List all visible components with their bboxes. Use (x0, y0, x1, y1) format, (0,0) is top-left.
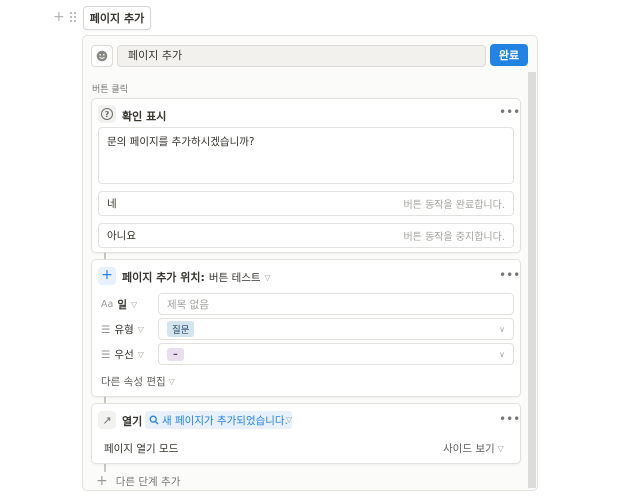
add-page-step-header: 페이지 추가 위치: 버튼 테스트 ▽ (122, 269, 271, 285)
chevron-down-icon: ▽ (168, 377, 175, 386)
chevron-down-icon: ▽ (131, 300, 138, 309)
trigger-label: 버튼 클릭 (92, 85, 128, 95)
select-tag: 질문 (167, 321, 195, 337)
plus-icon: + (98, 267, 116, 285)
chevron-down-icon[interactable]: ▽ (286, 415, 292, 424)
chevron-down-icon: ∨ (499, 349, 505, 359)
emoji-icon[interactable] (91, 45, 113, 67)
done-button[interactable]: 완료 (490, 44, 528, 66)
option-hint: 버튼 동작을 중지합니다. (403, 232, 505, 243)
property-label: 일 (117, 299, 127, 311)
add-page-step-title: 페이지 추가 위치: (122, 271, 205, 284)
option-hint: 버튼 동작을 완료합니다. (403, 200, 505, 211)
property-name-priority[interactable]: ☰ 우선 ▽ (101, 347, 144, 362)
type-select[interactable]: 질문 ∨ (158, 318, 514, 340)
chevron-down-icon: ▽ (264, 272, 271, 282)
question-icon: ? (98, 105, 116, 123)
option-label: 아니요 (107, 230, 136, 242)
add-step-button[interactable]: + 다른 단계 추가 (96, 473, 180, 489)
page-add-button[interactable]: 페이지 추가 (83, 6, 151, 30)
chevron-down-icon: ∨ (499, 324, 505, 334)
list-icon: ☰ (101, 323, 111, 336)
step-connector (104, 464, 106, 472)
edit-more-properties-button[interactable]: 다른 속성 편집 ▽ (101, 374, 175, 389)
priority-select[interactable]: – ∨ (158, 343, 514, 365)
open-mode-value: 사이드 보기 (443, 443, 495, 455)
property-name-type[interactable]: ☰ 유형 ▽ (101, 322, 144, 337)
search-icon (149, 415, 159, 425)
scrollbar[interactable] (528, 72, 536, 488)
select-tag: – (167, 347, 184, 361)
open-target-text: 새 페이지가 추가되었습니다. (162, 414, 288, 427)
edit-more-label: 다른 속성 편집 (101, 376, 166, 388)
property-label: 우선 (114, 349, 134, 361)
add-block-icon[interactable]: + (53, 10, 65, 24)
arrow-up-right-icon: ↗ (98, 411, 116, 429)
more-options-icon[interactable]: ••• (499, 105, 520, 119)
add-step-label: 다른 단계 추가 (115, 475, 181, 488)
plus-icon: + (96, 473, 108, 489)
drag-handle-icon[interactable] (69, 11, 77, 26)
chevron-down-icon: ▽ (497, 444, 504, 453)
more-options-icon[interactable]: ••• (499, 268, 520, 282)
property-name-title[interactable]: Aa 일 ▽ (101, 297, 137, 312)
confirm-message-input[interactable]: 문의 페이지를 추가하시겠습니까? (98, 127, 514, 184)
open-target-chip[interactable]: 새 페이지가 추가되었습니다. (145, 411, 292, 429)
chevron-down-icon: ▽ (137, 350, 144, 359)
option-label: 네 (107, 198, 117, 210)
more-options-icon[interactable]: ••• (499, 412, 520, 426)
list-icon: ☰ (101, 348, 111, 361)
option-no-row[interactable]: 아니요 버튼 동작을 중지합니다. (98, 223, 514, 248)
target-database[interactable]: 버튼 테스트 (209, 270, 261, 285)
title-value-input[interactable]: 제목 없음 (158, 293, 514, 315)
text-type-icon: Aa (101, 299, 114, 310)
option-yes-row[interactable]: 네 버튼 동작을 완료합니다. (98, 191, 514, 216)
button-name-input[interactable]: 페이지 추가 (117, 45, 486, 67)
chevron-down-icon: ▽ (137, 325, 144, 334)
open-mode-label: 페이지 열기 모드 (104, 443, 179, 455)
placeholder-text: 제목 없음 (167, 298, 209, 311)
confirm-step-title: 확인 표시 (122, 110, 167, 123)
property-label: 유형 (114, 324, 134, 336)
open-step-title: 열기 (122, 415, 143, 428)
open-mode-select[interactable]: 사이드 보기 ▽ (443, 441, 504, 456)
